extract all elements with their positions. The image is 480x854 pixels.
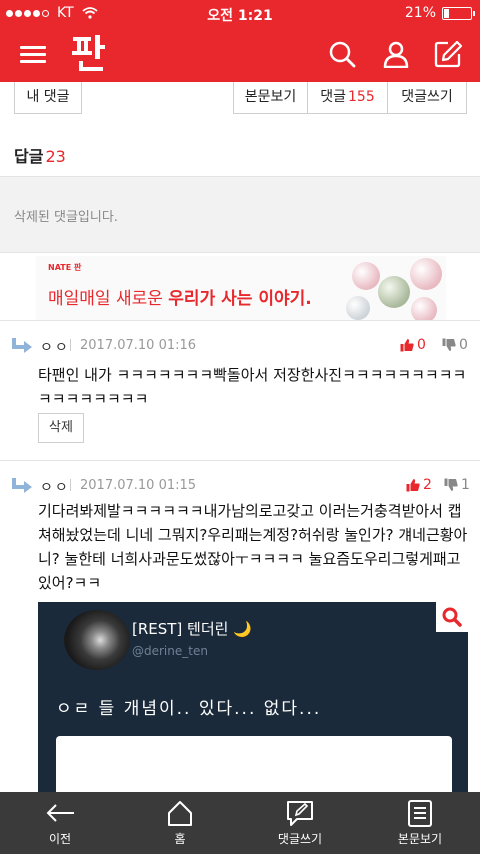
nav-view-post[interactable]: 본문보기 (360, 792, 480, 854)
pann-logo[interactable] (70, 33, 108, 73)
nav-back[interactable]: 이전 (0, 792, 120, 854)
profile-handle: @derine_ten (132, 644, 208, 658)
comments-label: 댓글 (320, 89, 347, 105)
comment-meta: ㅇㅇ 2017.07.10 01:15 2 1 (12, 477, 472, 497)
battery-icon (442, 6, 475, 20)
ad-text-bold: 우리가 사는 이야기. (168, 289, 312, 309)
comment-tabs: 내 댓글 본문보기 댓글 155 댓글쓰기 (0, 82, 480, 120)
comment-date: 2017.07.10 01:15 (80, 478, 197, 493)
deleted-comment: 삭제된 댓글입니다. (0, 176, 480, 253)
comment-author[interactable]: ㅇㅇ (40, 477, 70, 497)
bottom-nav: 이전 홈 댓글쓰기 본문보기 (0, 792, 480, 854)
nav-view-label: 본문보기 (397, 832, 443, 846)
comment-text: 타팬인 내가 ㅋㅋㅋㅋㅋㅋㅋ빡돌아서 저장한사진ㅋㅋㅋㅋㅋㅋㅋㅋㅋㅋㅋㅋㅋㅋㅋㅋ… (38, 366, 467, 408)
nav-write-label: 댓글쓰기 (277, 832, 323, 846)
reply-arrow-icon (12, 478, 32, 493)
like-button[interactable]: 0 (400, 337, 426, 353)
thumbs-up-icon (406, 479, 420, 492)
comment-author[interactable]: ㅇㅇ (40, 337, 70, 357)
comments-button[interactable]: 댓글 155 (307, 82, 388, 114)
nav-home-label: 홈 (174, 832, 186, 846)
replies-heading: 답글 23 (14, 143, 66, 167)
like-button[interactable]: 2 (406, 477, 432, 493)
menu-icon[interactable] (20, 42, 46, 66)
nav-write-comment[interactable]: 댓글쓰기 (240, 792, 360, 854)
back-arrow-icon (46, 804, 74, 822)
nav-home[interactable]: 홈 (120, 792, 240, 854)
comment-item: ㅇㅇ 2017.07.10 01:16 0 0 타팬인 내가 ㅋㅋㅋㅋㅋㅋㅋ빡돌… (0, 320, 480, 460)
view-post-button[interactable]: 본문보기 (233, 82, 308, 114)
zoom-icon (442, 607, 462, 627)
pearls-image (346, 258, 442, 320)
meta-divider (70, 479, 71, 491)
write-comment-icon (287, 801, 313, 826)
dislike-button[interactable]: 0 (442, 337, 468, 353)
deleted-notice: 삭제된 댓글입니다. (14, 210, 118, 225)
image-zoom-button[interactable] (436, 602, 468, 632)
my-comments-button[interactable]: 내 댓글 (14, 82, 82, 114)
profile-avatar (64, 610, 130, 670)
replies-label: 답글 (14, 147, 44, 166)
comment-date: 2017.07.10 01:16 (80, 338, 197, 353)
delete-button[interactable]: 삭제 (38, 413, 84, 443)
battery-status: 21% (404, 5, 475, 21)
ad-brand: NATE 판 (48, 263, 82, 272)
ad-text: 매일매일 새로운 우리가 사는 이야기. (48, 284, 312, 309)
comment-meta: ㅇㅇ 2017.07.10 01:16 0 0 (12, 337, 472, 357)
thumbs-down-icon (444, 478, 458, 491)
dislike-button[interactable]: 1 (444, 477, 470, 493)
ad-banner[interactable]: NATE 판 매일매일 새로운 우리가 사는 이야기. (36, 256, 446, 320)
write-comment-button[interactable]: 댓글쓰기 (387, 82, 467, 114)
thumbs-down-icon (442, 338, 456, 351)
dislike-count: 1 (461, 477, 470, 493)
replies-count: 23 (45, 147, 66, 166)
search-icon[interactable] (328, 40, 356, 68)
nav-back-label: 이전 (48, 832, 72, 846)
comments-count: 155 (348, 89, 375, 105)
battery-percent: 21% (404, 5, 436, 21)
comment-text: 기다려봐제발ㅋㅋㅋㅋㅋㅋ내가남의로고갖고 이러는거충격받아서 캡쳐해놨었는데 니… (38, 502, 468, 592)
document-icon (408, 800, 432, 827)
ad-text-plain: 매일매일 새로운 (48, 289, 169, 309)
user-icon[interactable] (382, 40, 410, 68)
thumbs-up-icon (400, 339, 414, 352)
meta-divider (70, 339, 71, 351)
home-icon (168, 801, 192, 826)
reply-arrow-icon (12, 338, 32, 353)
dislike-count: 0 (459, 337, 468, 353)
status-bar: KT 오전 1:21 21% (0, 0, 480, 28)
profile-name: [REST] 텐더린 🌙 (132, 620, 252, 638)
app-header (0, 28, 480, 82)
like-count: 2 (423, 477, 432, 493)
edit-icon[interactable] (434, 40, 462, 68)
attached-image[interactable]: [REST] 텐더린 🌙 @derine_ten ㅇㄹ 들 개념이.. 있다..… (38, 602, 468, 802)
tweet-text: ㅇㄹ 들 개념이.. 있다... 없다... (56, 699, 322, 719)
like-count: 0 (417, 337, 426, 353)
